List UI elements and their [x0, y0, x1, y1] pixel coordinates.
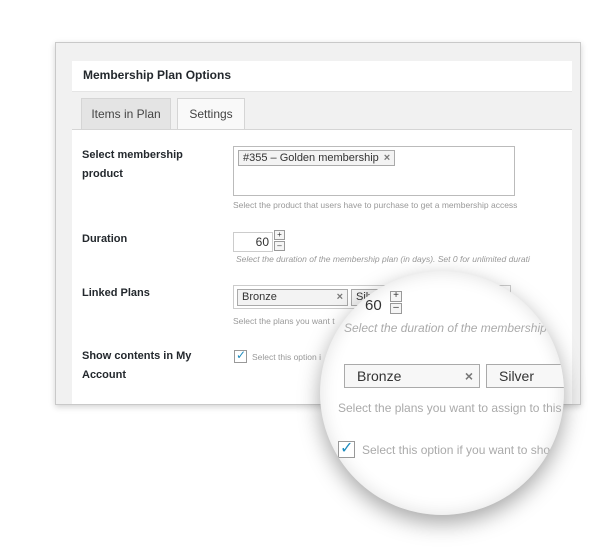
show-contents-label-line2: Account — [82, 369, 126, 381]
product-help: Select the product that users have to pu… — [233, 200, 518, 210]
remove-token-icon[interactable]: × — [384, 152, 390, 164]
product-label-line1: Select membership — [82, 149, 183, 161]
show-contents-label: Show contents in My Account — [82, 347, 191, 385]
increment-button[interactable]: + — [274, 230, 285, 240]
magnified-token-bronze: Bronze × — [344, 364, 480, 388]
panel-title: Membership Plan Options — [83, 68, 232, 82]
decrement-button[interactable]: – — [274, 241, 285, 251]
magnified-checkmark-icon: ✓ — [340, 440, 354, 457]
magnified-linked-help: Select the plans you want to assign to t… — [338, 401, 562, 415]
magnified-token-bronze-label: Bronze — [357, 368, 402, 384]
magnified-stepper-buttons: + – — [390, 291, 402, 315]
show-contents-checkbox[interactable]: ✓ — [234, 348, 247, 363]
magnified-remove-token-icon: × — [464, 368, 473, 384]
magnified-increment-button: + — [390, 291, 402, 302]
magnifier-lens: 60 + – Select the duration of the member… — [320, 271, 564, 515]
duration-label: Duration — [82, 233, 128, 245]
magnified-duration-value: 60 — [365, 297, 382, 314]
product-label: Select membership product — [82, 146, 183, 184]
duration-input[interactable]: 60 — [233, 232, 273, 252]
product-token: #355 – Golden membership × — [238, 150, 396, 166]
linked-token-bronze-label: Bronze — [242, 291, 277, 303]
duration-stepper-buttons: + – — [274, 230, 285, 252]
tab-items-in-plan[interactable]: Items in Plan — [81, 98, 171, 129]
product-token-label: #355 – Golden membership — [243, 152, 379, 164]
checkmark-icon: ✓ — [236, 348, 247, 362]
panel-header: Membership Plan Options — [72, 61, 572, 92]
show-contents-label-line1: Show contents in My — [82, 350, 192, 362]
product-select[interactable]: #355 – Golden membership × — [233, 146, 515, 196]
magnified-checkbox: ✓ — [338, 440, 355, 458]
linked-plans-label: Linked Plans — [82, 287, 150, 299]
magnified-duration-help: Select the duration of the membership — [344, 321, 547, 335]
magnified-decrement-button: – — [390, 303, 402, 314]
tab-bar: Items in Plan Settings — [72, 92, 572, 130]
magnified-show-help: Select this option if you want to sho — [362, 443, 551, 457]
tab-settings[interactable]: Settings — [177, 98, 245, 130]
magnified-token-silver: Silver — [486, 364, 564, 388]
magnifier-content: 60 + – Select the duration of the member… — [320, 271, 564, 515]
duration-help: Select the duration of the membership pl… — [236, 254, 530, 264]
product-label-line2: product — [82, 168, 123, 180]
